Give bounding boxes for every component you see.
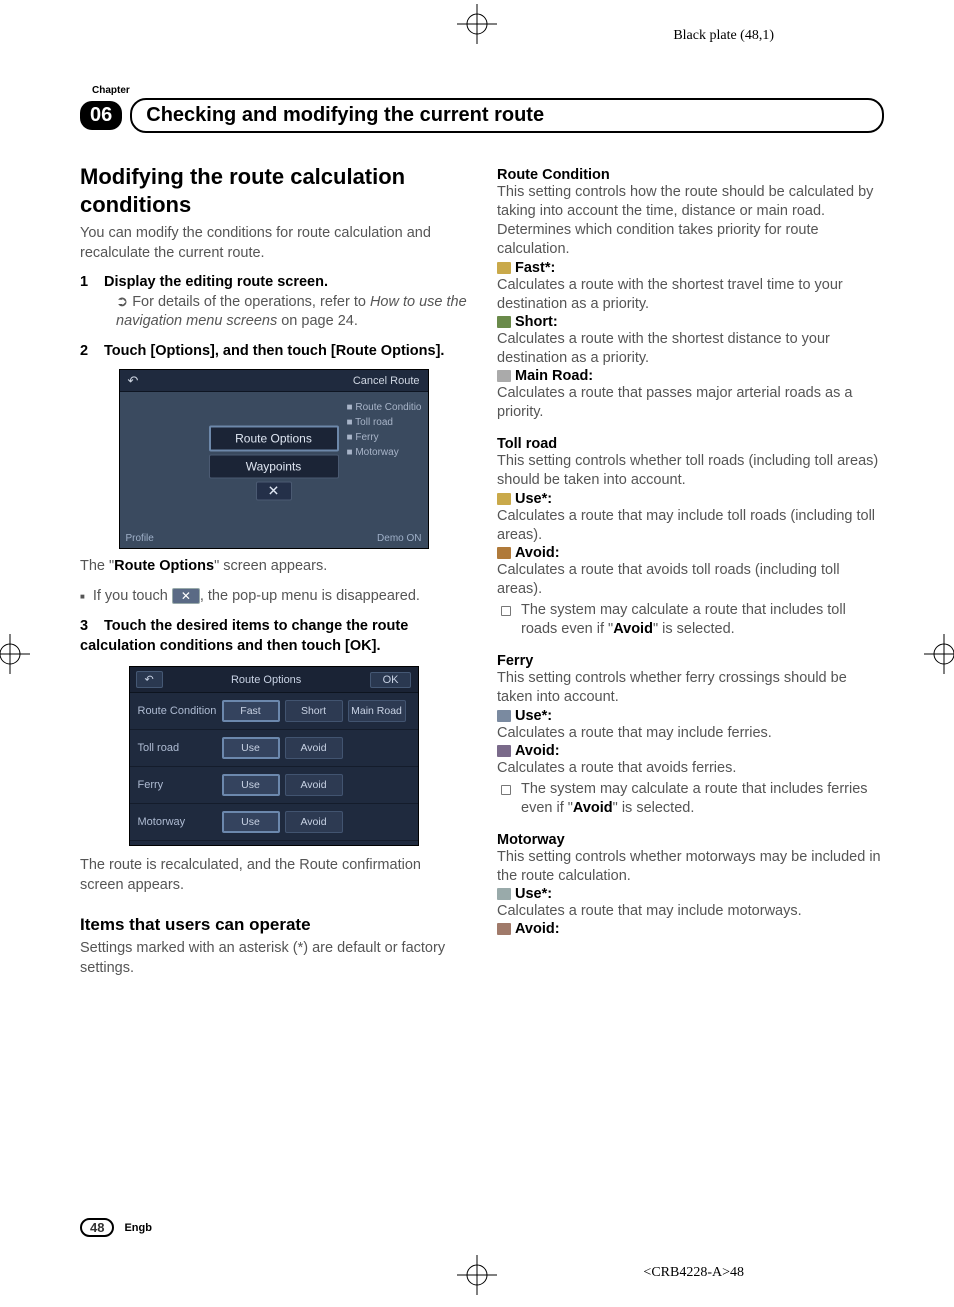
subsection-heading: Items that users can operate — [80, 915, 467, 935]
back-icon: ↶ — [128, 373, 139, 389]
profile-label: Profile — [126, 533, 154, 544]
x-button-icon: ✕ — [172, 588, 200, 604]
option-button[interactable]: Short — [285, 700, 343, 722]
option-button[interactable]: Use — [222, 811, 280, 833]
option-row-label: Motorway — [130, 816, 222, 828]
short-desc: Calculates a route with the shortest dis… — [497, 330, 884, 368]
toll-road-heading: Toll road — [497, 436, 884, 452]
fast-icon — [497, 262, 511, 274]
option-row-label: Toll road — [130, 742, 222, 754]
ferry-avoid-desc: Calculates a route that avoids ferries. — [497, 759, 884, 778]
crop-mark-top-icon — [457, 4, 497, 44]
option-row: MotorwayUseAvoid — [130, 804, 418, 841]
option-row-label: Ferry — [130, 779, 222, 791]
recalculated-text: The route is recalculated, and the Route… — [80, 856, 467, 895]
screenshot-route-menu: ↶ Cancel Route ■ Route Conditio ■ Toll r… — [119, 369, 429, 549]
right-column: Route Condition This setting controls ho… — [497, 163, 884, 988]
chapter-number-badge: 06 — [80, 101, 122, 130]
option-button[interactable]: Use — [222, 737, 280, 759]
language-label: Engb — [124, 1222, 152, 1234]
close-popup-button[interactable]: ✕ — [256, 481, 292, 500]
main-road-icon — [497, 370, 511, 382]
step-1-note: ➲ For details of the operations, refer t… — [80, 293, 467, 332]
crop-mark-left-icon — [0, 634, 30, 674]
page-number-badge: 48 — [80, 1218, 114, 1237]
option-button[interactable]: Fast — [222, 700, 280, 722]
route-options-button[interactable]: Route Options — [209, 425, 339, 451]
motorway-body: This setting controls whether motorways … — [497, 848, 884, 886]
toll-note: The system may calculate a route that in… — [497, 601, 884, 639]
step-3: 3Touch the desired items to change the r… — [80, 617, 467, 656]
refer-arrow-icon: ➲ — [116, 294, 128, 310]
crop-mark-right-icon — [924, 634, 954, 674]
toll-avoid-desc: Calculates a route that avoids toll road… — [497, 561, 884, 599]
toll-avoid-icon — [497, 547, 511, 559]
page-container: Black plate (48,1) Chapter 06 Checking a… — [0, 0, 954, 1307]
main-road-desc: Calculates a route that passes major art… — [497, 384, 884, 422]
popup-disappear-note: ■ If you touch ✕, the pop-up menu is dis… — [80, 587, 467, 607]
option-button[interactable]: Use — [222, 774, 280, 796]
rc-body2: Determines which condition takes priorit… — [497, 221, 884, 259]
step-1: 1Display the editing route screen. — [80, 273, 467, 293]
back-button[interactable]: ↶ — [136, 671, 163, 688]
ferry-heading: Ferry — [497, 653, 884, 669]
doc-code: <CRB4228-A>48 — [643, 1265, 744, 1281]
toll-body: This setting controls whether toll roads… — [497, 452, 884, 490]
option-button[interactable]: Avoid — [285, 811, 343, 833]
motorway-use-icon — [497, 888, 511, 900]
toll-use-icon — [497, 493, 511, 505]
option-row: Route ConditionFastShortMain Road — [130, 693, 418, 730]
ferry-use-desc: Calculates a route that may include ferr… — [497, 724, 884, 743]
screenshot-route-options: ↶ Route Options OK Route ConditionFastSh… — [129, 666, 419, 846]
option-row: Toll roadUseAvoid — [130, 730, 418, 767]
option-button[interactable]: Main Road — [348, 700, 406, 722]
intro-text: You can modify the conditions for route … — [80, 224, 467, 263]
motorway-use-desc: Calculates a route that may include moto… — [497, 902, 884, 921]
cancel-route-label: Cancel Route — [353, 375, 420, 387]
note-box-icon — [501, 606, 511, 616]
section-heading: Modifying the route calculation conditio… — [80, 163, 467, 218]
rc-body1: This setting controls how the route shou… — [497, 183, 884, 221]
option-row-label: Route Condition — [130, 705, 222, 717]
motorway-heading: Motorway — [497, 832, 884, 848]
short-icon — [497, 316, 511, 328]
black-plate-label: Black plate (48,1) — [673, 28, 774, 44]
waypoints-button[interactable]: Waypoints — [209, 454, 339, 478]
ferry-avoid-icon — [497, 745, 511, 757]
header-bar: 06 Checking and modifying the current ro… — [80, 98, 884, 133]
note-box-icon — [501, 785, 511, 795]
ok-button[interactable]: OK — [370, 672, 412, 688]
motorway-avoid-icon — [497, 923, 511, 935]
step-2: 2Touch [Options], and then touch [Route … — [80, 342, 467, 362]
toll-use-desc: Calculates a route that may include toll… — [497, 507, 884, 545]
demo-label: Demo ON — [377, 533, 421, 544]
option-button[interactable]: Avoid — [285, 774, 343, 796]
route-options-appears: The "Route Options" screen appears. — [80, 557, 467, 577]
ferry-use-icon — [497, 710, 511, 722]
ferry-note: The system may calculate a route that in… — [497, 780, 884, 818]
option-row: FerryUseAvoid — [130, 767, 418, 804]
screen-title: Route Options — [231, 674, 301, 686]
fast-desc: Calculates a route with the shortest tra… — [497, 276, 884, 314]
route-condition-heading: Route Condition — [497, 167, 884, 183]
ferry-body: This setting controls whether ferry cros… — [497, 669, 884, 707]
page-title: Checking and modifying the current route — [130, 98, 884, 133]
left-column: Modifying the route calculation conditio… — [80, 163, 467, 988]
option-button[interactable]: Avoid — [285, 737, 343, 759]
square-bullet-icon: ■ — [80, 587, 85, 607]
asterisk-note: Settings marked with an asterisk (*) are… — [80, 939, 467, 978]
page-footer: 48 Engb — [80, 1218, 152, 1237]
crop-mark-bottom-icon — [457, 1255, 497, 1295]
chapter-label: Chapter — [92, 85, 884, 96]
